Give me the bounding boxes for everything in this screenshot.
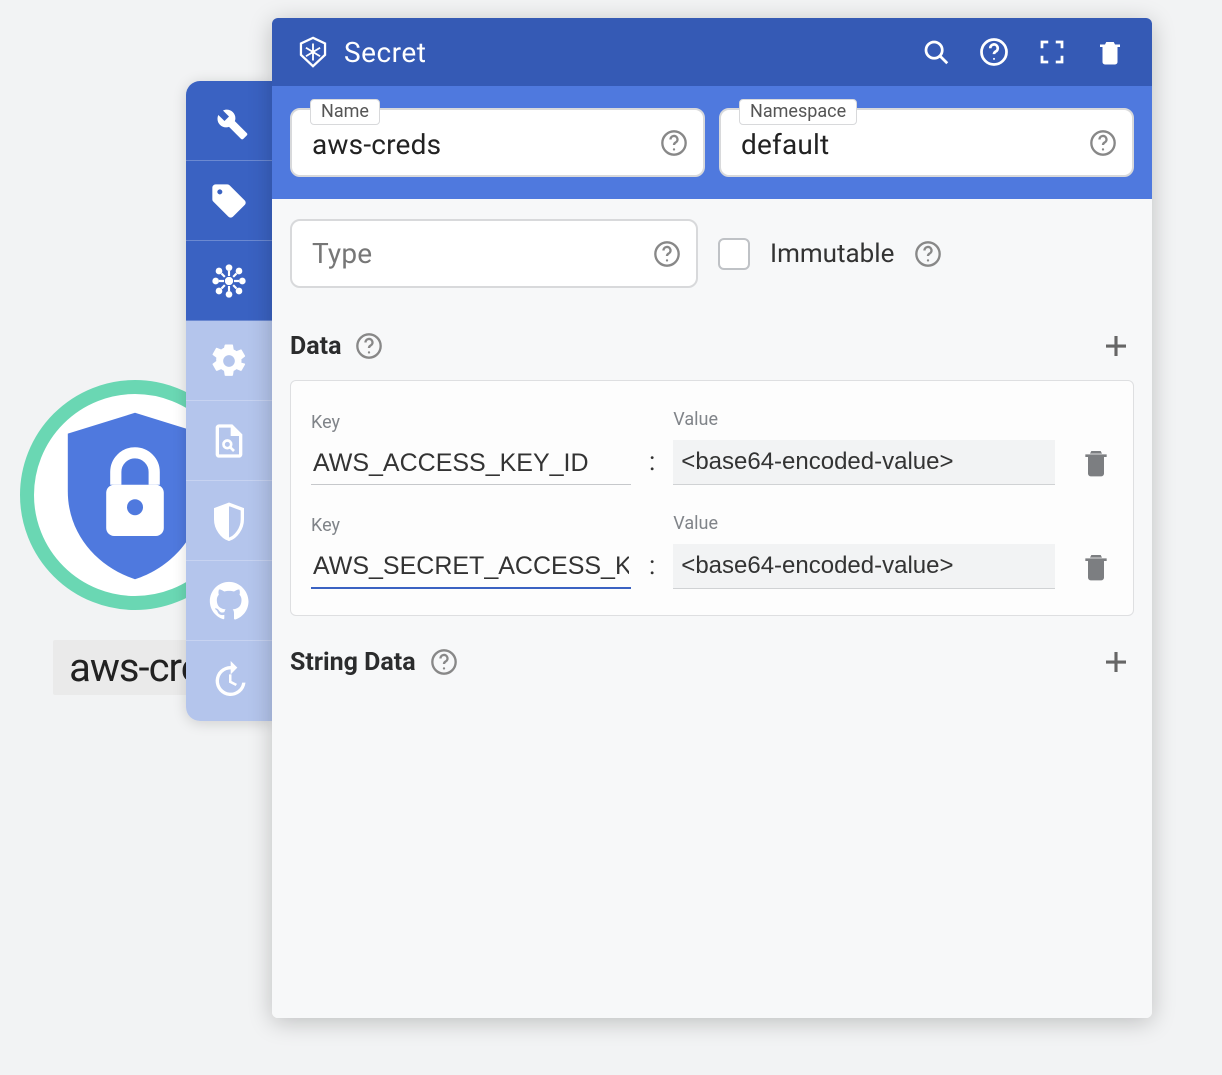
kv-separator: : xyxy=(649,447,655,485)
help-icon xyxy=(979,37,1009,67)
panel-body: Type Immutable Data xyxy=(272,199,1152,1018)
help-icon xyxy=(355,332,383,360)
trash-icon xyxy=(1080,444,1112,482)
plus-icon xyxy=(1101,331,1131,361)
shield-icon xyxy=(209,501,249,541)
delete-row-button[interactable] xyxy=(1079,547,1113,587)
help-icon xyxy=(914,240,942,268)
value-input[interactable] xyxy=(673,440,1055,485)
name-field-label: Name xyxy=(310,99,380,125)
namespace-field[interactable]: Namespace default xyxy=(719,108,1134,177)
sidebar-item-tags[interactable] xyxy=(186,161,272,241)
help-button[interactable] xyxy=(976,34,1012,70)
immutable-checkbox[interactable] xyxy=(718,238,750,270)
plus-icon xyxy=(1101,647,1131,677)
stringdata-section-title: String Data xyxy=(290,648,416,677)
history-icon xyxy=(209,661,249,701)
add-data-row-button[interactable] xyxy=(1098,328,1134,364)
value-input[interactable] xyxy=(673,544,1055,589)
sidebar-item-github[interactable] xyxy=(186,561,272,641)
gear-icon xyxy=(209,341,249,381)
trash-icon xyxy=(1080,548,1112,586)
data-row: Key : Value xyxy=(311,389,1113,493)
secret-editor-panel: Secret Name aws-creds Namespace default xyxy=(272,18,1152,1018)
namespace-help-button[interactable] xyxy=(1088,128,1118,158)
add-stringdata-row-button[interactable] xyxy=(1098,644,1134,680)
tags-icon xyxy=(209,181,249,221)
stringdata-section-header: String Data xyxy=(290,616,1134,696)
sidebar-item-gear[interactable] xyxy=(186,321,272,401)
namespace-field-label: Namespace xyxy=(739,99,857,125)
key-input[interactable] xyxy=(311,546,631,589)
github-icon xyxy=(209,581,249,621)
data-section-title: Data xyxy=(290,332,341,361)
data-row: Key : Value xyxy=(311,493,1113,597)
search-icon xyxy=(921,37,951,67)
data-section-header: Data xyxy=(290,318,1134,380)
file-search-icon xyxy=(209,421,249,461)
help-icon xyxy=(653,240,681,268)
name-field-value: aws-creds xyxy=(312,128,651,161)
expand-icon xyxy=(1037,37,1067,67)
immutable-label: Immutable xyxy=(770,239,894,269)
delete-row-button[interactable] xyxy=(1079,443,1113,483)
type-help-button[interactable] xyxy=(652,239,682,269)
key-input[interactable] xyxy=(311,443,631,485)
wrench-icon xyxy=(209,101,249,141)
help-icon xyxy=(1089,129,1117,157)
help-icon xyxy=(430,648,458,676)
search-button[interactable] xyxy=(918,34,954,70)
sidebar-item-wrench[interactable] xyxy=(186,81,272,161)
type-row: Type Immutable xyxy=(290,199,1134,318)
type-field-placeholder: Type xyxy=(312,237,644,270)
editor-sidebar xyxy=(186,81,272,721)
identity-band: Name aws-creds Namespace default xyxy=(272,86,1152,199)
data-rows-container: Key : Value Key : Value xyxy=(290,380,1134,616)
sidebar-item-history[interactable] xyxy=(186,641,272,721)
value-label: Value xyxy=(673,409,1055,430)
kubernetes-icon xyxy=(296,35,330,69)
namespace-field-value: default xyxy=(741,128,1080,161)
graph-icon xyxy=(209,261,249,301)
value-label: Value xyxy=(673,513,1055,534)
key-label: Key xyxy=(311,515,631,536)
data-help-button[interactable] xyxy=(355,332,383,360)
type-field[interactable]: Type xyxy=(290,219,698,288)
immutable-help-button[interactable] xyxy=(914,240,942,268)
sidebar-item-file-search[interactable] xyxy=(186,401,272,481)
name-help-button[interactable] xyxy=(659,128,689,158)
sidebar-item-shield[interactable] xyxy=(186,481,272,561)
help-icon xyxy=(660,129,688,157)
sidebar-item-graph[interactable] xyxy=(186,241,272,321)
fullscreen-button[interactable] xyxy=(1034,34,1070,70)
panel-title: Secret xyxy=(344,36,896,69)
stringdata-help-button[interactable] xyxy=(430,648,458,676)
delete-button[interactable] xyxy=(1092,34,1128,70)
name-field[interactable]: Name aws-creds xyxy=(290,108,705,177)
key-label: Key xyxy=(311,412,631,433)
trash-icon xyxy=(1095,37,1125,67)
panel-header: Secret xyxy=(272,18,1152,86)
kv-separator: : xyxy=(649,551,655,589)
